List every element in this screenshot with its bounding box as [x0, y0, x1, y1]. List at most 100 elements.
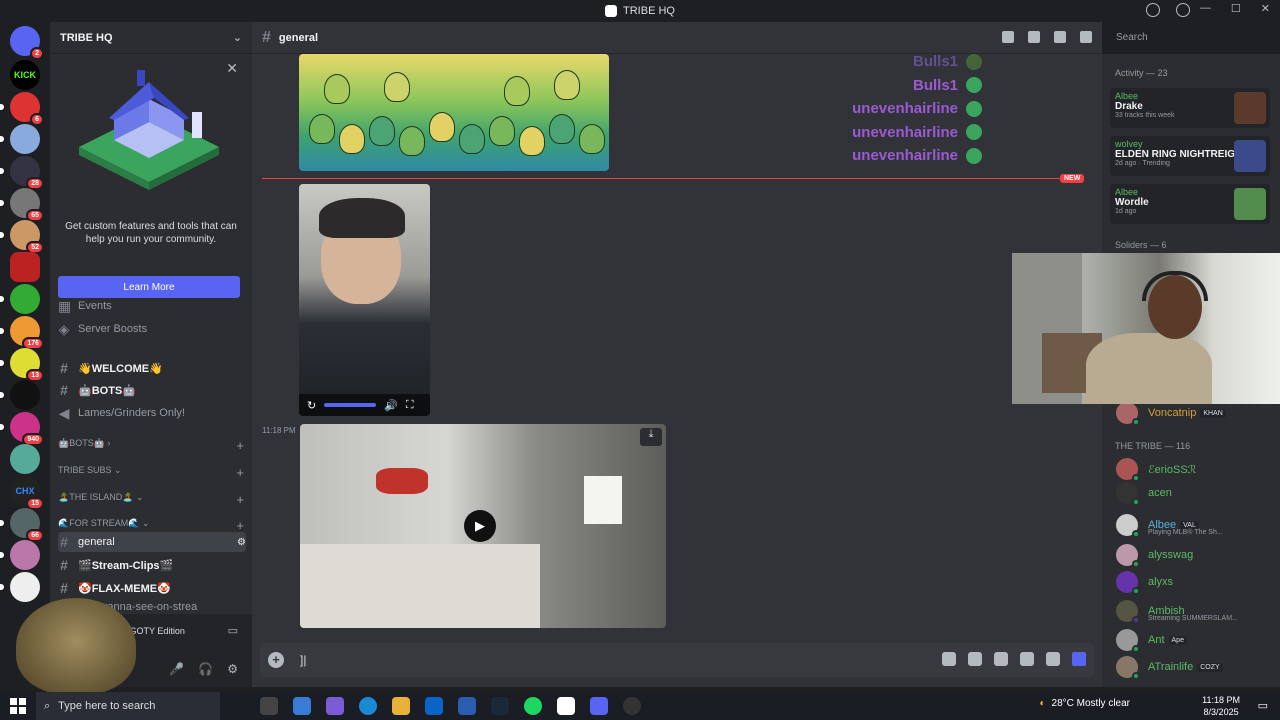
username[interactable]: Bulls1 — [913, 50, 958, 74]
boosts-item[interactable]: ◈ Server Boosts — [58, 319, 246, 339]
channel-sidebar: TRIBE HQ ⌄ ✕ Get custom features and too… — [50, 22, 252, 687]
clock[interactable]: 11:18 PM 8/3/2025 — [1202, 694, 1240, 718]
spotify-icon[interactable] — [524, 697, 542, 715]
screen-share-icon[interactable]: ▭ — [228, 624, 238, 637]
download-icon[interactable]: ⤓ — [640, 428, 662, 446]
message-composer[interactable]: + ]| — [260, 643, 1094, 677]
settings-icon[interactable]: ⚙ — [237, 537, 246, 548]
obs-icon[interactable] — [623, 697, 641, 715]
search-input[interactable]: Search — [1110, 28, 1274, 48]
app-icon[interactable] — [458, 697, 476, 715]
username[interactable]: unevenhairline — [852, 144, 958, 168]
server-kick[interactable]: KICK — [10, 60, 40, 90]
app-icon[interactable] — [557, 697, 575, 715]
hash-icon: # — [60, 534, 68, 550]
server-icon[interactable]: 66 — [0, 508, 44, 542]
server-icon[interactable]: 13 — [0, 348, 44, 382]
gift-icon[interactable] — [942, 652, 956, 666]
events-item[interactable]: ▦ Events — [58, 296, 246, 316]
home-button[interactable]: 2 — [10, 26, 44, 60]
username[interactable]: Bulls1 — [913, 74, 958, 98]
category-tribe-subs[interactable]: TRIBE SUBS ⌄ + — [58, 465, 244, 480]
inbox-icon[interactable] — [1146, 3, 1160, 17]
server-header[interactable]: TRIBE HQ ⌄ — [50, 22, 252, 54]
member-item[interactable]: Ant Ape — [1116, 627, 1187, 653]
server-icon[interactable]: 52 — [0, 220, 44, 254]
speaker-icon: ◀ — [58, 404, 70, 421]
server-list: 2 KICK 6 28 65 52 176 13 940 CHX 15 66 — [0, 22, 50, 687]
username[interactable]: unevenhairline — [852, 121, 958, 145]
play-button[interactable]: ▶ — [464, 510, 496, 542]
explorer-icon[interactable] — [392, 697, 410, 715]
video-attachment[interactable]: ▶ ⤓ — [300, 424, 666, 628]
image-attachment[interactable] — [299, 54, 609, 171]
server-icon[interactable] — [0, 572, 40, 602]
server-icon[interactable]: 6 — [0, 92, 44, 126]
activity-card[interactable]: Albee Drake 33 tracks this week — [1110, 88, 1270, 128]
replay-icon[interactable]: ↻ — [307, 399, 316, 412]
learn-more-button[interactable]: Learn More — [58, 276, 240, 298]
member-item[interactable]: Albee VAL Playing MLB® The Sh... — [1116, 512, 1223, 538]
steam-icon[interactable] — [491, 697, 509, 715]
server-icon[interactable]: 940 — [0, 412, 44, 446]
server-icon[interactable] — [0, 284, 40, 314]
microphone-icon[interactable]: 🎤 — [169, 662, 184, 676]
channel-flax-meme[interactable]: # 🤡FLAX-MEME🤡 — [58, 578, 246, 598]
store-icon[interactable] — [293, 697, 311, 715]
close-icon[interactable]: ✕ — [226, 60, 238, 77]
help-icon[interactable] — [1176, 3, 1190, 17]
server-icon[interactable] — [0, 380, 40, 410]
activity-card[interactable]: wolvey ELDEN RING NIGHTREIGN 2d ago · Tr… — [1110, 136, 1270, 176]
gif-icon[interactable] — [968, 652, 982, 666]
discord-icon[interactable] — [590, 697, 608, 715]
settings-icon[interactable]: ⚙ — [227, 662, 238, 676]
server-icon[interactable]: 28 — [0, 156, 44, 190]
apps-icon[interactable] — [1046, 652, 1060, 666]
headphones-icon[interactable]: 🎧 — [198, 662, 213, 676]
server-icon[interactable] — [10, 252, 40, 282]
channel-stream-clips[interactable]: # 🎬Stream-Clips🎬 — [58, 555, 246, 575]
add-attachment-icon[interactable]: + — [268, 652, 284, 668]
notification-icon[interactable]: ▭ — [1258, 699, 1268, 712]
channel-lames[interactable]: ◀ Lames/Grinders Only! — [58, 403, 246, 423]
member-item[interactable]: alyxs — [1116, 569, 1173, 595]
member-item[interactable]: ATrainlife COZY — [1116, 654, 1223, 680]
edge-icon[interactable] — [359, 697, 377, 715]
weather-text[interactable]: 28°C Mostly clear — [1052, 698, 1130, 709]
server-icon[interactable] — [0, 124, 40, 154]
server-icon[interactable] — [10, 444, 40, 474]
close-button[interactable]: ✕ — [1261, 2, 1270, 15]
add-channel-icon: + — [236, 438, 244, 453]
username[interactable]: unevenhairline — [852, 97, 958, 121]
server-icon[interactable]: CHX 15 — [10, 476, 44, 510]
copilot-icon[interactable] — [326, 697, 344, 715]
video-attachment[interactable]: ↻ 🔊 ⛶ — [299, 184, 430, 416]
sticker-icon[interactable] — [994, 652, 1008, 666]
send-button[interactable] — [1072, 652, 1086, 666]
taskbar-search[interactable]: ⌕ Type here to search — [36, 692, 220, 720]
server-icon[interactable]: 176 — [0, 316, 44, 350]
emoji-icon[interactable] — [1020, 652, 1034, 666]
channel-general[interactable]: # general ⚙ — [58, 532, 246, 552]
channel-bots[interactable]: # 🤖BOTS🤖 — [58, 380, 246, 400]
server-icon[interactable] — [0, 540, 40, 570]
member-item[interactable]: Ambish Streaming SUMMERSLAM... — [1116, 598, 1238, 624]
member-item[interactable]: alysswag — [1116, 542, 1193, 568]
category-stream[interactable]: 🌊FOR STREAM🌊 ⌄ + — [58, 518, 244, 533]
category-bots[interactable]: 🤖BOTS🤖 › + — [58, 438, 244, 453]
category-island[interactable]: 🏝️THE ISLAND🏝️ ⌄ + — [58, 492, 244, 507]
activity-card[interactable]: Albee Wordle 1d ago — [1110, 184, 1270, 224]
outlook-icon[interactable] — [425, 697, 443, 715]
message-input[interactable]: ]| — [300, 653, 306, 667]
minimize-button[interactable]: — — [1200, 2, 1211, 15]
member-item[interactable]: acen — [1116, 480, 1172, 506]
volume-slider[interactable] — [324, 403, 377, 407]
server-icon[interactable]: 65 — [0, 188, 44, 222]
task-view-icon[interactable] — [260, 697, 278, 715]
windows-start-icon[interactable] — [10, 698, 26, 714]
volume-icon[interactable]: 🔊 — [384, 399, 398, 412]
fullscreen-icon[interactable]: ⛶ — [406, 399, 414, 412]
channel-welcome[interactable]: # 👋WELCOME👋 — [58, 358, 246, 378]
maximize-button[interactable]: ☐ — [1231, 2, 1241, 15]
member-item[interactable]: ℰerioSSℛ — [1116, 456, 1196, 482]
